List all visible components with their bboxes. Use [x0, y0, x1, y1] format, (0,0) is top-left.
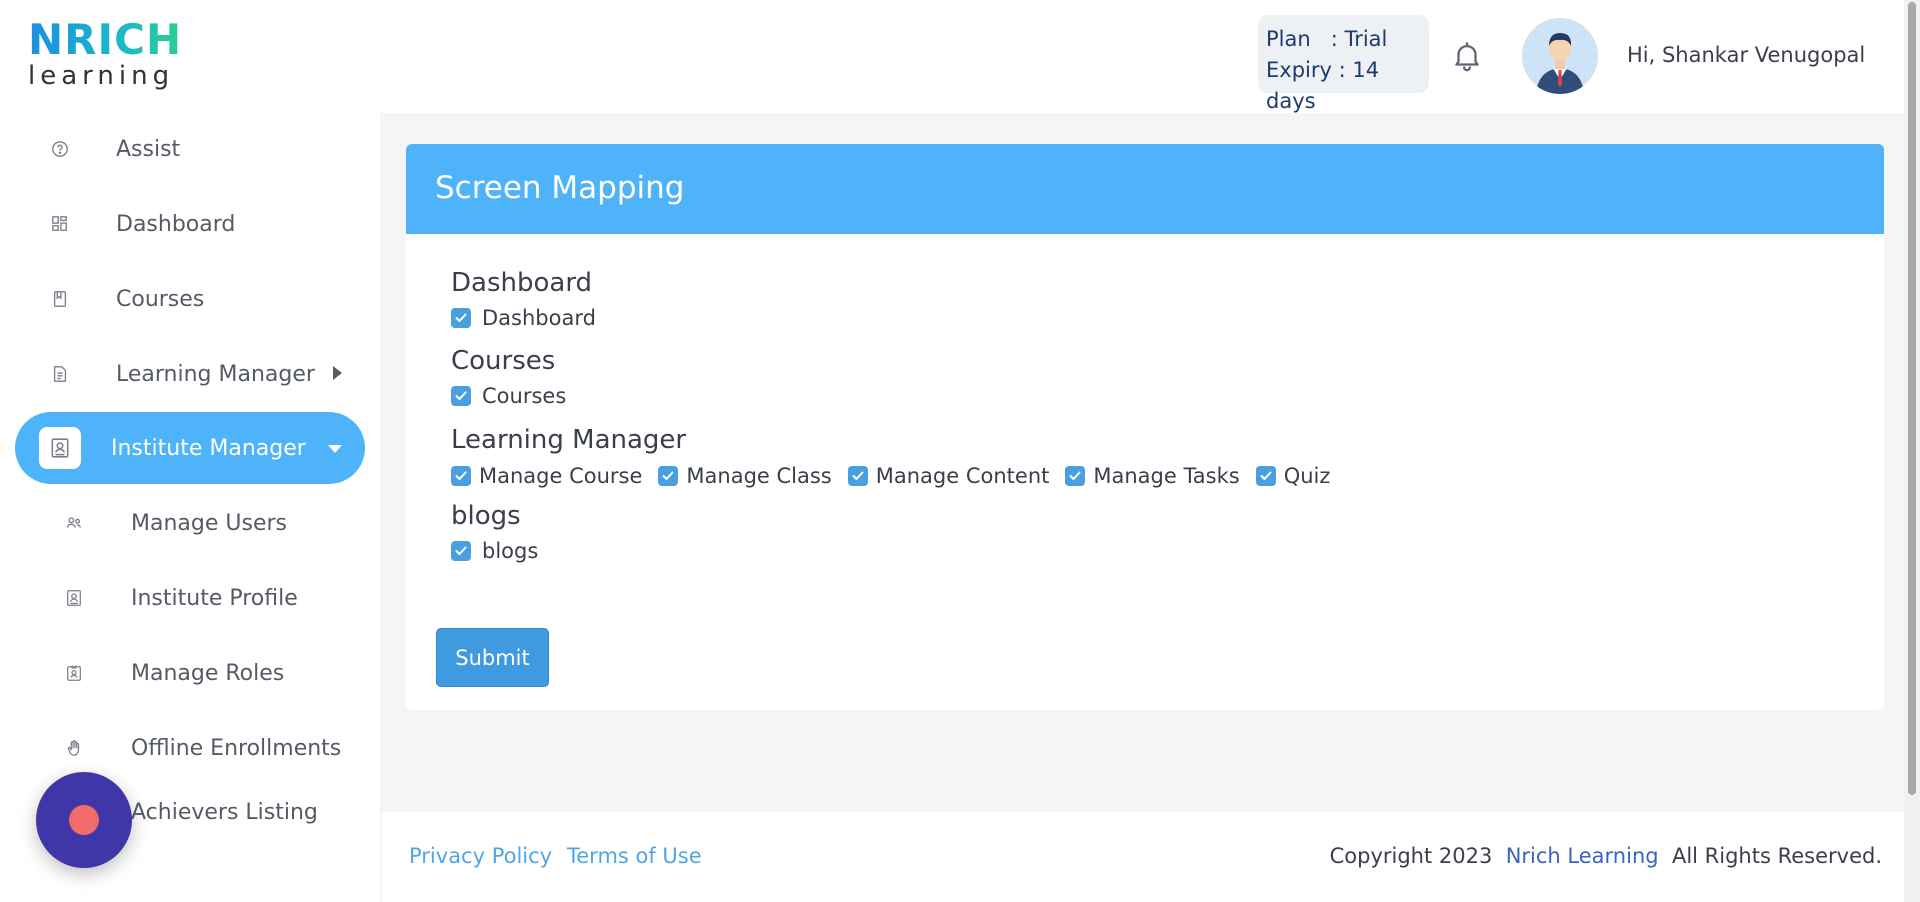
sidebar-subitem-manage-users[interactable]: Manage Users [15, 487, 365, 559]
checkbox-manage-tasks[interactable]: Manage Tasks [1065, 464, 1240, 488]
checkbox-manage-course[interactable]: Manage Course [451, 464, 642, 488]
sidebar-item-label: Assist [116, 136, 181, 162]
checkbox-quiz[interactable]: Quiz [1255, 464, 1331, 488]
notification-bell-icon[interactable] [1450, 38, 1484, 74]
checkbox-checked-icon[interactable] [451, 386, 471, 406]
caret-right-icon[interactable] [331, 362, 343, 387]
sidebar-item-label: Courses [116, 286, 205, 312]
card-title: Screen Mapping [406, 144, 1884, 234]
sidebar-subitem-label: Offline Enrollments [131, 735, 342, 761]
checkbox-label: Quiz [1283, 464, 1331, 488]
checkbox-courses[interactable]: Courses [451, 384, 566, 408]
checkbox-row-blogs: blogs [451, 539, 554, 563]
record-dot-icon [69, 805, 99, 835]
expiry-text: Expiry : 14 days [1266, 58, 1380, 113]
checkbox-row-learning-manager: Manage Course Manage Class Manage Conten… [451, 464, 1346, 488]
page-scrollbar[interactable] [1904, 0, 1920, 902]
caret-down-icon[interactable] [327, 436, 343, 461]
checkbox-label: Manage Class [686, 464, 832, 488]
checkbox-checked-icon[interactable] [451, 541, 471, 561]
sidebar-subitem-label: Achievers Listing [131, 800, 318, 825]
copyright-suffix: All Rights Reserved. [1671, 844, 1882, 868]
logo-wordmark: NRICH [28, 19, 188, 61]
checkbox-manage-content[interactable]: Manage Content [847, 464, 1050, 488]
sidebar-item-label: Dashboard [116, 211, 236, 237]
sidebar-item-learning-manager[interactable]: Learning Manager [15, 338, 365, 410]
users-icon [64, 513, 84, 533]
sidebar-subitem-label: Manage Users [131, 510, 287, 536]
checkbox-row-dashboard: Dashboard [451, 306, 612, 330]
checkbox-label: blogs [482, 539, 539, 563]
section-title-learning-manager: Learning Manager [451, 425, 687, 455]
id-card-icon [39, 427, 81, 469]
nrich-logo[interactable]: NRICH learning [28, 19, 188, 92]
section-title-courses: Courses [451, 346, 556, 376]
sidebar-subitem-manage-roles[interactable]: Manage Roles [15, 637, 365, 709]
sidebar-item-label: Learning Manager [116, 361, 315, 387]
submit-button[interactable]: Submit [436, 628, 549, 687]
privacy-policy-link[interactable]: Privacy Policy [409, 844, 552, 868]
sidebar-subitem-label: Manage Roles [131, 660, 285, 686]
hand-icon [64, 738, 84, 758]
checkbox-dashboard[interactable]: Dashboard [451, 306, 596, 330]
sidebar-subitem-institute-profile[interactable]: Institute Profile [15, 562, 365, 634]
logo-subtitle: learning [28, 61, 175, 91]
checkbox-label: Dashboard [482, 306, 596, 330]
plan-text: Plan : Trial [1266, 27, 1388, 51]
footer: Privacy Policy Terms of Use Copyright 20… [382, 812, 1904, 902]
floating-record-button[interactable] [36, 772, 132, 868]
dashboard-grid-icon [50, 214, 70, 234]
copyright-text: Copyright 2023 Nrich Learning All Rights… [1330, 844, 1882, 868]
copyright-prefix: Copyright 2023 [1329, 844, 1493, 868]
nrich-learning-link[interactable]: Nrich Learning [1506, 844, 1659, 868]
terms-of-use-link[interactable]: Terms of Use [567, 844, 702, 868]
sidebar-item-institute-manager[interactable]: Institute Manager [15, 412, 365, 484]
top-header: NRICH learning Plan : Trial Expiry : 14 … [0, 0, 1904, 113]
sidebar-item-assist[interactable]: Assist [15, 113, 365, 185]
section-title-dashboard: Dashboard [451, 268, 593, 298]
checkbox-row-courses: Courses [451, 384, 582, 408]
sidebar-subitem-offline-enrollments[interactable]: Offline Enrollments [15, 712, 365, 784]
checkbox-label: Courses [482, 384, 567, 408]
checkbox-checked-icon[interactable] [658, 466, 679, 486]
document-icon [50, 364, 70, 384]
checkbox-checked-icon[interactable] [451, 466, 471, 486]
checkbox-blogs[interactable]: blogs [451, 539, 538, 563]
checkbox-checked-icon[interactable] [847, 466, 868, 486]
book-icon [50, 289, 70, 309]
user-avatar[interactable] [1522, 18, 1598, 94]
help-circle-icon [50, 139, 70, 159]
sidebar-subitem-label: Institute Profile [131, 585, 298, 611]
sidebar-item-dashboard[interactable]: Dashboard [15, 188, 365, 260]
profile-card-icon [64, 588, 84, 608]
user-greeting[interactable]: Hi, Shankar Venugopal [1627, 43, 1865, 67]
sidebar-item-courses[interactable]: Courses [15, 263, 365, 335]
badge-icon [64, 663, 84, 683]
checkbox-manage-class[interactable]: Manage Class [658, 464, 832, 488]
checkbox-label: Manage Course [479, 464, 643, 488]
scrollbar-thumb[interactable] [1908, 2, 1916, 795]
checkbox-checked-icon[interactable] [451, 308, 471, 328]
checkbox-checked-icon[interactable] [1255, 466, 1276, 486]
plan-info-box: Plan : Trial Expiry : 14 days [1258, 15, 1429, 113]
sidebar-item-label: Institute Manager [111, 435, 306, 461]
checkbox-label: Manage Content [875, 464, 1050, 488]
section-title-blogs: blogs [451, 501, 521, 531]
screen-mapping-card: Screen Mapping Dashboard Dashboard Cours… [406, 144, 1884, 710]
checkbox-checked-icon[interactable] [1065, 466, 1086, 486]
checkbox-label: Manage Tasks [1093, 464, 1240, 488]
